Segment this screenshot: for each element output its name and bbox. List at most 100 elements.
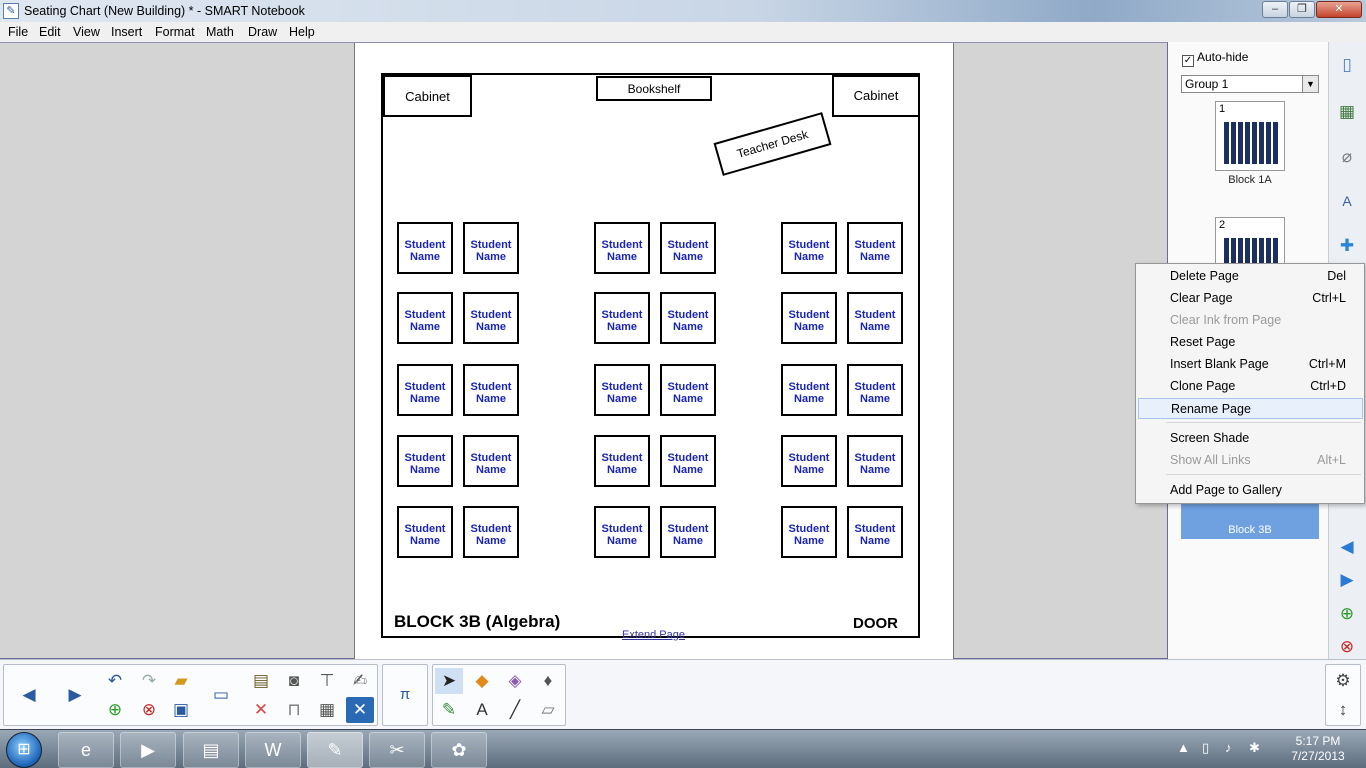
student-desk[interactable]: Student Name xyxy=(847,364,903,416)
student-desk[interactable]: Student Name xyxy=(397,364,453,416)
student-desk[interactable]: Student Name xyxy=(594,435,650,487)
student-desk[interactable]: Student Name xyxy=(660,435,716,487)
student-desk[interactable]: Student Name xyxy=(463,292,519,344)
paint-icon[interactable]: ✿ xyxy=(431,732,487,768)
student-desk[interactable]: Student Name xyxy=(781,222,837,274)
gear-icon[interactable]: ⚙ xyxy=(1329,668,1357,694)
file-explorer-icon[interactable]: ▤ xyxy=(183,732,239,768)
network-icon[interactable]: ✱ xyxy=(1249,740,1260,756)
student-desk[interactable]: Student Name xyxy=(660,364,716,416)
gallery-tab-icon[interactable]: ▦ xyxy=(1332,97,1362,127)
eraser-icon[interactable]: ◈ xyxy=(501,668,529,694)
student-desk[interactable]: Student Name xyxy=(594,364,650,416)
menu-insert[interactable]: Insert xyxy=(111,25,142,39)
show-hidden-icons-icon[interactable]: ▲ xyxy=(1177,740,1190,755)
attachments-tab-icon[interactable]: ⌀ xyxy=(1332,142,1362,172)
add-page-icon[interactable]: ⊕ xyxy=(101,697,129,723)
page-thumbnail[interactable]: 2 xyxy=(1215,217,1285,264)
student-desk[interactable]: Student Name xyxy=(463,506,519,558)
student-desk[interactable]: Student Name xyxy=(781,506,837,558)
undo-icon[interactable]: ↶ xyxy=(101,668,129,694)
handwriting-icon[interactable]: ✍ xyxy=(346,668,374,694)
cabinet-left[interactable]: Cabinet xyxy=(383,75,472,117)
menu-item-clear-ink[interactable]: Clear Ink from Page xyxy=(1138,310,1363,331)
page-thumbnail[interactable]: 1 xyxy=(1215,101,1285,171)
selected-thumbnail[interactable]: Block 3B xyxy=(1181,504,1319,539)
pens-icon[interactable]: ✎ xyxy=(435,697,463,723)
student-desk[interactable]: Student Name xyxy=(594,222,650,274)
select-icon[interactable]: ➤ xyxy=(435,668,463,694)
student-desk[interactable]: Student Name xyxy=(594,292,650,344)
screen-shade-icon[interactable]: ⊤ xyxy=(313,668,341,694)
next-page-icon[interactable]: ▶ xyxy=(1332,565,1362,595)
menu-item-clone-page[interactable]: Clone Page Ctrl+D xyxy=(1138,376,1363,397)
group-select[interactable]: Group 1 ▼ xyxy=(1181,75,1319,93)
teacher-desk[interactable]: Teacher Desk xyxy=(713,112,832,176)
student-desk[interactable]: Student Name xyxy=(781,292,837,344)
previous-page-icon[interactable]: ◀ xyxy=(15,682,43,708)
student-desk[interactable]: Student Name xyxy=(660,222,716,274)
door-label[interactable]: DOOR xyxy=(853,615,898,632)
menu-item-add-to-gallery[interactable]: Add Page to Gallery xyxy=(1138,480,1363,501)
start-button[interactable]: ⊞ xyxy=(6,732,42,768)
bookshelf[interactable]: Bookshelf xyxy=(596,76,712,101)
autohide-toggle[interactable]: ✓ Auto-hide xyxy=(1182,50,1248,67)
menu-item-clear-page[interactable]: Clear Page Ctrl+L xyxy=(1138,288,1363,309)
open-folder-icon[interactable]: ▰ xyxy=(167,668,195,694)
cabinet-right[interactable]: Cabinet xyxy=(832,75,920,117)
menu-file[interactable]: File xyxy=(8,25,28,39)
volume-muted-icon[interactable]: ♪ xyxy=(1225,740,1232,755)
close-button[interactable]: ✕ xyxy=(1316,1,1362,18)
internet-explorer-icon[interactable]: e xyxy=(58,732,114,768)
word-icon[interactable]: W xyxy=(245,732,301,768)
eraser-tool-icon[interactable]: ▱ xyxy=(534,697,562,723)
menu-format[interactable]: Format xyxy=(155,25,195,39)
student-desk[interactable]: Student Name xyxy=(463,222,519,274)
student-desk[interactable]: Student Name xyxy=(397,292,453,344)
student-desk[interactable]: Student Name xyxy=(594,506,650,558)
menu-item-delete-page[interactable]: Delete Page Del xyxy=(1138,266,1363,287)
menu-item-show-all-links[interactable]: Show All Links Alt+L xyxy=(1138,450,1363,471)
menu-draw[interactable]: Draw xyxy=(248,25,277,39)
math-icon[interactable]: π xyxy=(391,682,419,708)
student-desk[interactable]: Student Name xyxy=(660,506,716,558)
student-desk[interactable]: Student Name xyxy=(397,506,453,558)
student-desk[interactable]: Student Name xyxy=(463,364,519,416)
display-icon[interactable]: ▭ xyxy=(207,682,235,708)
menu-item-rename-page[interactable]: Rename Page xyxy=(1138,398,1363,419)
text-icon[interactable]: A xyxy=(468,697,496,723)
camera-icon[interactable]: ◙ xyxy=(280,668,308,694)
extend-page-link[interactable]: Extend Page xyxy=(622,629,685,641)
fill-icon[interactable]: ♦ xyxy=(534,668,562,694)
previous-page-icon[interactable]: ◀ xyxy=(1332,532,1362,562)
student-desk[interactable]: Student Name xyxy=(847,222,903,274)
student-desk[interactable]: Student Name xyxy=(397,222,453,274)
delete-icon[interactable]: ✕ xyxy=(247,697,275,723)
autohide-checkbox[interactable]: ✓ xyxy=(1182,55,1194,67)
chevron-down-icon[interactable]: ▼ xyxy=(1302,76,1318,92)
student-desk[interactable]: Student Name xyxy=(660,292,716,344)
smart-notebook-icon[interactable]: ✎ xyxy=(307,732,363,768)
close-icon[interactable]: ✕ xyxy=(346,697,374,723)
next-page-icon[interactable]: ▶ xyxy=(61,682,89,708)
maximize-button[interactable]: ❐ xyxy=(1289,1,1315,18)
menu-item-reset-page[interactable]: Reset Page xyxy=(1138,332,1363,353)
save-icon[interactable]: ▣ xyxy=(167,697,195,723)
menu-item-insert-blank-page[interactable]: Insert Blank Page Ctrl+M xyxy=(1138,354,1363,375)
move-toolbar-icon[interactable]: ↕ xyxy=(1329,697,1357,723)
student-desk[interactable]: Student Name xyxy=(847,506,903,558)
redo-icon[interactable]: ↷ xyxy=(135,668,163,694)
system-clock[interactable]: 5:17 PM 7/27/2013 xyxy=(1278,734,1358,764)
student-desk[interactable]: Student Name xyxy=(463,435,519,487)
student-desk[interactable]: Student Name xyxy=(847,435,903,487)
student-desk[interactable]: Student Name xyxy=(781,364,837,416)
add-page-icon[interactable]: ⊕ xyxy=(1332,599,1362,629)
media-player-icon[interactable]: ▶ xyxy=(120,732,176,768)
student-desk[interactable]: Student Name xyxy=(781,435,837,487)
line-icon[interactable]: ╱ xyxy=(501,697,529,723)
notebook-page[interactable]: Cabinet Bookshelf Cabinet Teacher Desk S… xyxy=(354,43,954,659)
block-label[interactable]: BLOCK 3B (Algebra) xyxy=(394,612,560,632)
student-desk[interactable]: Student Name xyxy=(397,435,453,487)
menu-math[interactable]: Math xyxy=(206,25,234,39)
page-sorter-tab-icon[interactable]: ▯ xyxy=(1332,50,1362,80)
